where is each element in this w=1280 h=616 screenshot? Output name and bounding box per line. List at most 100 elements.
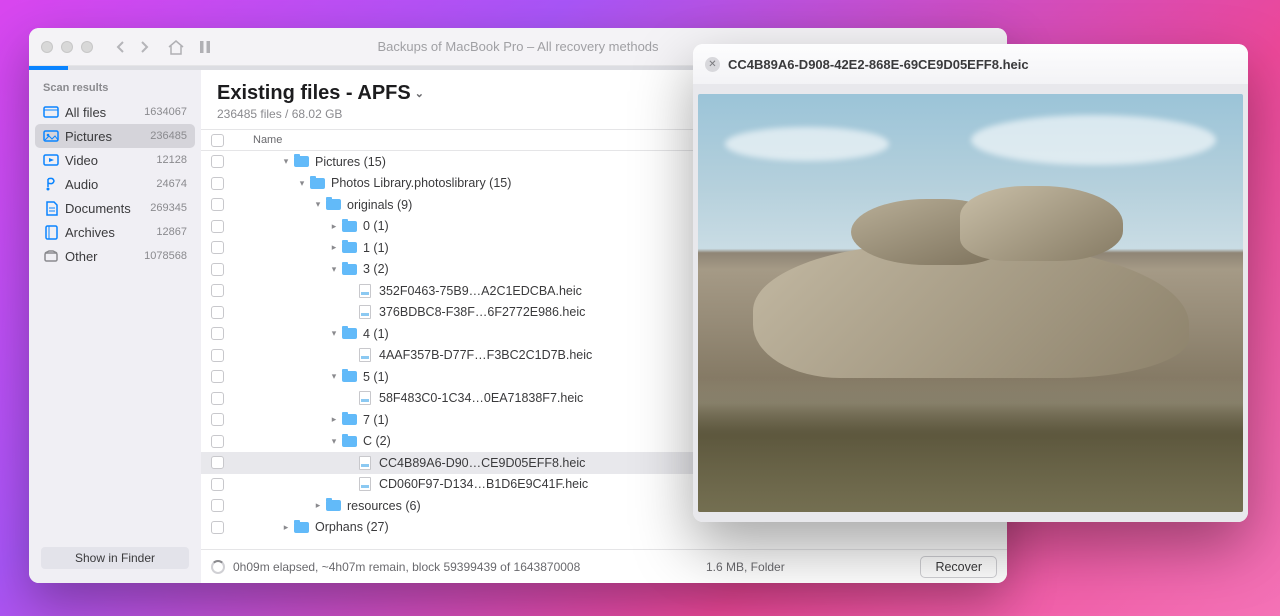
sidebar-item-count: 1078568: [144, 250, 187, 262]
video-icon: [43, 152, 59, 168]
row-name: Orphans (27): [315, 520, 389, 534]
pause-button[interactable]: [199, 40, 211, 54]
minimize-dot[interactable]: [61, 41, 73, 53]
folder-icon: [341, 370, 357, 384]
sidebar-item-label: Audio: [65, 177, 98, 192]
nav-buttons: [111, 39, 153, 55]
disclosure-icon[interactable]: ▾: [329, 328, 339, 339]
sidebar-item-count: 12128: [156, 154, 187, 166]
sidebar-item-pictures[interactable]: Pictures236485: [35, 124, 195, 148]
sidebar-item-label: All files: [65, 105, 106, 120]
archives-icon: [43, 224, 59, 240]
image-file-icon: [357, 305, 373, 319]
preview-window: ✕ CC4B89A6-D908-42E2-868E-69CE9D05EFF8.h…: [693, 44, 1248, 522]
sidebar-heading: Scan results: [35, 78, 195, 100]
row-name: Pictures (15): [315, 155, 386, 169]
row-checkbox[interactable]: [211, 198, 224, 211]
pictures-icon: [43, 128, 59, 144]
row-name: 352F0463-75B9…A2C1EDCBA.heic: [379, 284, 582, 298]
audio-icon: [43, 176, 59, 192]
preview-titlebar: ✕ CC4B89A6-D908-42E2-868E-69CE9D05EFF8.h…: [693, 44, 1248, 84]
recover-button[interactable]: Recover: [920, 556, 997, 578]
folder-icon: [341, 262, 357, 276]
disclosure-icon[interactable]: ▸: [329, 414, 339, 425]
image-file-icon: [357, 477, 373, 491]
disclosure-icon[interactable]: ▸: [329, 221, 339, 232]
show-in-finder-button[interactable]: Show in Finder: [41, 547, 189, 569]
row-checkbox[interactable]: [211, 306, 224, 319]
sidebar-item-label: Archives: [65, 225, 115, 240]
row-checkbox[interactable]: [211, 155, 224, 168]
sidebar-item-count: 269345: [150, 202, 187, 214]
row-checkbox[interactable]: [211, 413, 224, 426]
row-checkbox[interactable]: [211, 263, 224, 276]
preview-title: CC4B89A6-D908-42E2-868E-69CE9D05EFF8.hei…: [728, 57, 1029, 72]
row-name: Photos Library.photoslibrary (15): [331, 176, 511, 190]
disclosure-icon[interactable]: ▾: [329, 371, 339, 382]
image-file-icon: [357, 348, 373, 362]
row-checkbox[interactable]: [211, 220, 224, 233]
folder-icon: [341, 219, 357, 233]
sidebar-item-audio[interactable]: Audio24674: [35, 172, 195, 196]
row-name: 7 (1): [363, 413, 389, 427]
sidebar-item-archives[interactable]: Archives 12867: [35, 220, 195, 244]
row-checkbox[interactable]: [211, 392, 224, 405]
row-checkbox[interactable]: [211, 435, 224, 448]
disclosure-icon[interactable]: ▾: [281, 156, 291, 167]
close-icon[interactable]: ✕: [705, 57, 720, 72]
row-name: originals (9): [347, 198, 412, 212]
header-checkbox[interactable]: [201, 134, 233, 147]
row-checkbox[interactable]: [211, 177, 224, 190]
image-file-icon: [357, 456, 373, 470]
disclosure-icon[interactable]: ▸: [313, 500, 323, 511]
row-name: CD060F97-D134…B1D6E9C41F.heic: [379, 477, 588, 491]
sidebar-item-count: 12867: [156, 226, 187, 238]
folder-icon: [293, 155, 309, 169]
disclosure-icon[interactable]: ▾: [313, 199, 323, 210]
zoom-dot[interactable]: [81, 41, 93, 53]
window-title: Backups of MacBook Pro – All recovery me…: [377, 39, 658, 54]
row-checkbox[interactable]: [211, 478, 224, 491]
selection-info: 1.6 MB, Folder: [706, 560, 785, 574]
sidebar: Scan results All files1634067Pictures236…: [29, 70, 201, 583]
row-name: CC4B89A6-D90…CE9D05EFF8.heic: [379, 456, 585, 470]
sidebar-item-label: Documents: [65, 201, 131, 216]
folder-icon: [325, 198, 341, 212]
row-checkbox[interactable]: [211, 456, 224, 469]
sidebar-item-all-files[interactable]: All files1634067: [35, 100, 195, 124]
chevron-down-icon: ⌄: [415, 87, 424, 100]
row-name: 1 (1): [363, 241, 389, 255]
row-name: resources (6): [347, 499, 421, 513]
traffic-lights: [41, 41, 93, 53]
sidebar-item-video[interactable]: Video 12128: [35, 148, 195, 172]
disclosure-icon[interactable]: ▾: [329, 436, 339, 447]
row-checkbox[interactable]: [211, 370, 224, 383]
disclosure-icon[interactable]: ▸: [281, 522, 291, 533]
row-checkbox[interactable]: [211, 241, 224, 254]
folder-icon: [341, 434, 357, 448]
folder-icon: [341, 241, 357, 255]
row-checkbox[interactable]: [211, 521, 224, 534]
disclosure-icon[interactable]: ▸: [329, 242, 339, 253]
close-dot[interactable]: [41, 41, 53, 53]
row-checkbox[interactable]: [211, 499, 224, 512]
row-checkbox[interactable]: [211, 327, 224, 340]
sidebar-item-label: Video: [65, 153, 98, 168]
row-checkbox[interactable]: [211, 284, 224, 297]
disclosure-icon[interactable]: ▾: [297, 178, 307, 189]
row-name: 0 (1): [363, 219, 389, 233]
row-checkbox[interactable]: [211, 349, 224, 362]
folder-icon: [293, 520, 309, 534]
forward-button[interactable]: [135, 39, 153, 55]
image-file-icon: [357, 284, 373, 298]
footer: 0h09m elapsed, ~4h07m remain, block 5939…: [201, 549, 1007, 583]
disclosure-icon[interactable]: ▾: [329, 264, 339, 275]
row-name: 4AAF357B-D77F…F3BC2C1D7B.heic: [379, 348, 592, 362]
sidebar-item-documents[interactable]: Documents 269345: [35, 196, 195, 220]
folder-icon: [341, 413, 357, 427]
row-name: 3 (2): [363, 262, 389, 276]
preview-body: [693, 84, 1248, 522]
sidebar-item-other[interactable]: Other1078568: [35, 244, 195, 268]
back-button[interactable]: [111, 39, 129, 55]
home-button[interactable]: [167, 39, 185, 55]
